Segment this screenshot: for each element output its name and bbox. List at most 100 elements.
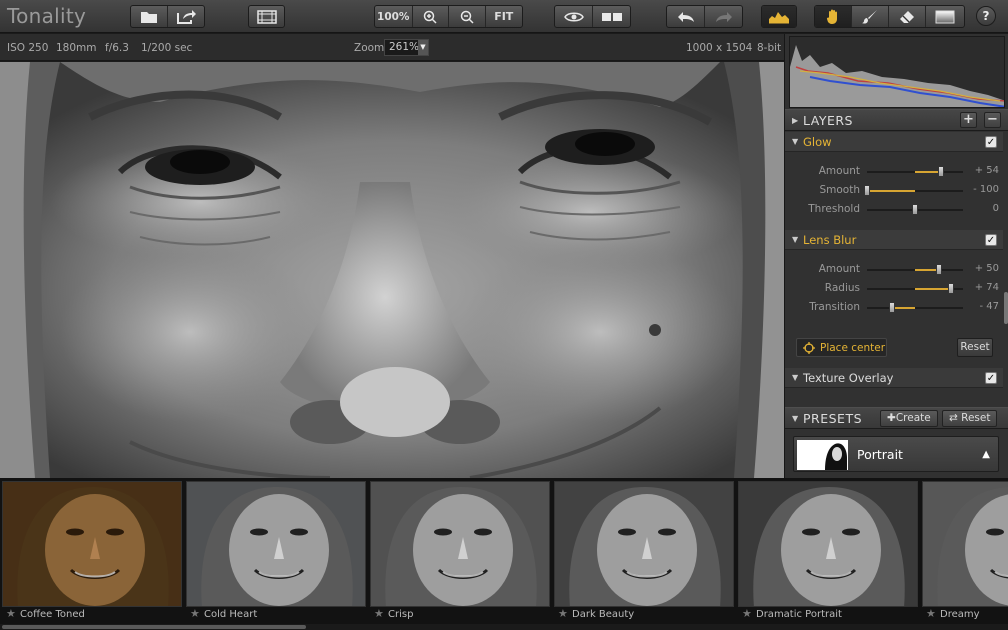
preset-label-row: ★ Cold Heart: [186, 607, 366, 623]
preset-thumbnail-dreamy[interactable]: [922, 481, 1008, 607]
preset-thumbnail-coffee-toned[interactable]: [2, 481, 182, 607]
star-icon[interactable]: ★: [374, 607, 384, 620]
zoom-select-value: 261%: [389, 41, 420, 53]
star-icon[interactable]: ★: [190, 607, 200, 620]
eraser-tool-button[interactable]: [889, 6, 926, 27]
preset-label: Cold Heart: [204, 609, 258, 620]
crosshair-icon: [803, 341, 815, 354]
reset-presets-button[interactable]: ⇄ Reset: [942, 410, 998, 427]
slider-label: Radius: [824, 282, 860, 294]
preset-label-row: ★ Coffee Toned: [2, 607, 182, 623]
slider-handle[interactable]: [889, 302, 896, 313]
slider-fill: [892, 307, 915, 309]
star-icon[interactable]: ★: [742, 607, 752, 620]
histogram-toggle-button[interactable]: [762, 6, 796, 27]
layer-name-texture-overlay: Texture Overlay: [803, 371, 894, 385]
preset-label-row: ★ Crisp: [370, 607, 550, 623]
triangle-down-icon: ▼: [792, 137, 799, 146]
history-button-group: [666, 5, 743, 28]
hand-tool-button[interactable]: [815, 6, 852, 27]
current-preset-name: Portrait: [857, 447, 903, 462]
chevron-down-icon: ▼: [418, 40, 428, 55]
preset-thumbnail: [797, 440, 848, 470]
redo-button[interactable]: [705, 6, 742, 27]
layers-section-header[interactable]: ▶ LAYERS + −: [785, 109, 1008, 131]
triangle-down-icon: ▼: [792, 373, 799, 382]
slider-handle[interactable]: [947, 283, 954, 294]
preset-label: Crisp: [388, 609, 414, 620]
refresh-icon: ⇄: [949, 412, 962, 424]
app-title: Tonality: [7, 4, 87, 28]
layer-name-glow: Glow: [803, 135, 832, 149]
slider-value: 0: [992, 203, 999, 214]
layer-header-lens-blur[interactable]: ▼ Lens Blur ✓: [785, 230, 1003, 250]
preset-thumbnail-dramatic-portrait[interactable]: [738, 481, 918, 607]
compare-frame-button[interactable]: [249, 6, 284, 27]
zoom-100-button[interactable]: 100%: [375, 6, 413, 27]
gradient-icon: [935, 10, 955, 23]
lens-blur-reset-button[interactable]: Reset: [957, 338, 993, 357]
histogram-button-group: [761, 5, 797, 28]
star-icon[interactable]: ★: [926, 607, 936, 620]
glow-enabled-checkbox[interactable]: ✓: [985, 136, 997, 148]
layers-scrollbar[interactable]: [1004, 292, 1008, 324]
preset-thumbnail-dark-beauty[interactable]: [554, 481, 734, 607]
slider-row-amount: Amount + 50: [785, 260, 1003, 279]
brush-icon: [862, 9, 877, 24]
slider-value: + 74: [974, 282, 999, 293]
place-center-button[interactable]: Place center: [796, 338, 887, 357]
preview-button[interactable]: [555, 6, 593, 27]
file-button-group: [130, 5, 205, 28]
photo-canvas[interactable]: [0, 62, 784, 478]
thumbnail-image: [923, 482, 1008, 606]
help-button[interactable]: ?: [976, 6, 996, 26]
eraser-icon: [900, 10, 914, 23]
layer-header-glow[interactable]: ▼ Glow ✓: [785, 132, 1003, 152]
histogram-graph: [790, 45, 1004, 107]
slider-label: Amount: [818, 263, 860, 275]
share-button[interactable]: [168, 6, 205, 27]
zoom-in-button[interactable]: [413, 6, 449, 27]
zoom-out-button[interactable]: [449, 6, 486, 27]
remove-layer-button[interactable]: −: [984, 112, 1001, 128]
slider-handle[interactable]: [936, 264, 942, 275]
preset-label: Coffee Toned: [20, 609, 85, 620]
triangle-right-icon: ▶: [792, 116, 799, 125]
lens-blur-enabled-checkbox[interactable]: ✓: [985, 234, 997, 246]
brush-tool-button[interactable]: [852, 6, 889, 27]
add-layer-button[interactable]: +: [960, 112, 977, 128]
slider-handle[interactable]: [937, 166, 944, 177]
star-icon[interactable]: ★: [6, 607, 16, 620]
image-dimensions: 1000 x 1504: [686, 42, 753, 54]
gradient-tool-button[interactable]: [926, 6, 964, 27]
preset-thumbnail-crisp[interactable]: [370, 481, 550, 607]
preset-thumbnail-image: [797, 440, 848, 470]
triangle-down-icon: ▼: [792, 235, 799, 244]
presets-section-header[interactable]: ▼ PRESETS ✚Create ⇄ Reset: [785, 407, 1008, 429]
film-frame-icon: [256, 9, 277, 24]
create-preset-button[interactable]: ✚Create: [880, 410, 938, 427]
slider-track[interactable]: [867, 307, 963, 309]
redo-icon: [715, 11, 732, 22]
shutter-value: 1/200 sec: [141, 42, 193, 54]
slider-handle[interactable]: [864, 185, 870, 196]
undo-button[interactable]: [667, 6, 705, 27]
layer-header-texture-overlay[interactable]: ▼ Texture Overlay ✓: [785, 368, 1003, 388]
open-button[interactable]: [131, 6, 168, 27]
layer-name-lens-blur: Lens Blur: [803, 233, 857, 247]
zoom-select[interactable]: 261% ▼: [384, 39, 429, 56]
texture-overlay-enabled-checkbox[interactable]: ✓: [985, 372, 997, 384]
fit-button[interactable]: FIT: [486, 6, 523, 27]
preset-filmstrip: ★ Coffee Toned ★ Cold Heart ★ Crisp ★ Dark Beau…: [0, 478, 1008, 630]
filmstrip-scrollbar[interactable]: [0, 624, 1008, 630]
filmstrip-scroll-thumb[interactable]: [2, 625, 306, 629]
preset-thumbnail-cold-heart[interactable]: [186, 481, 366, 607]
star-icon[interactable]: ★: [558, 607, 568, 620]
reset-presets-label: Reset: [961, 412, 991, 424]
preset-selector[interactable]: Portrait ▲: [793, 436, 999, 472]
slider-value: - 47: [979, 301, 999, 312]
slider-row-threshold: Threshold 0: [785, 200, 1003, 219]
split-view-button[interactable]: [593, 6, 630, 27]
app-window: Tonality 100% FIT ? ISO 250 180mm f/6.3 …: [0, 0, 1008, 630]
slider-handle[interactable]: [912, 204, 918, 215]
